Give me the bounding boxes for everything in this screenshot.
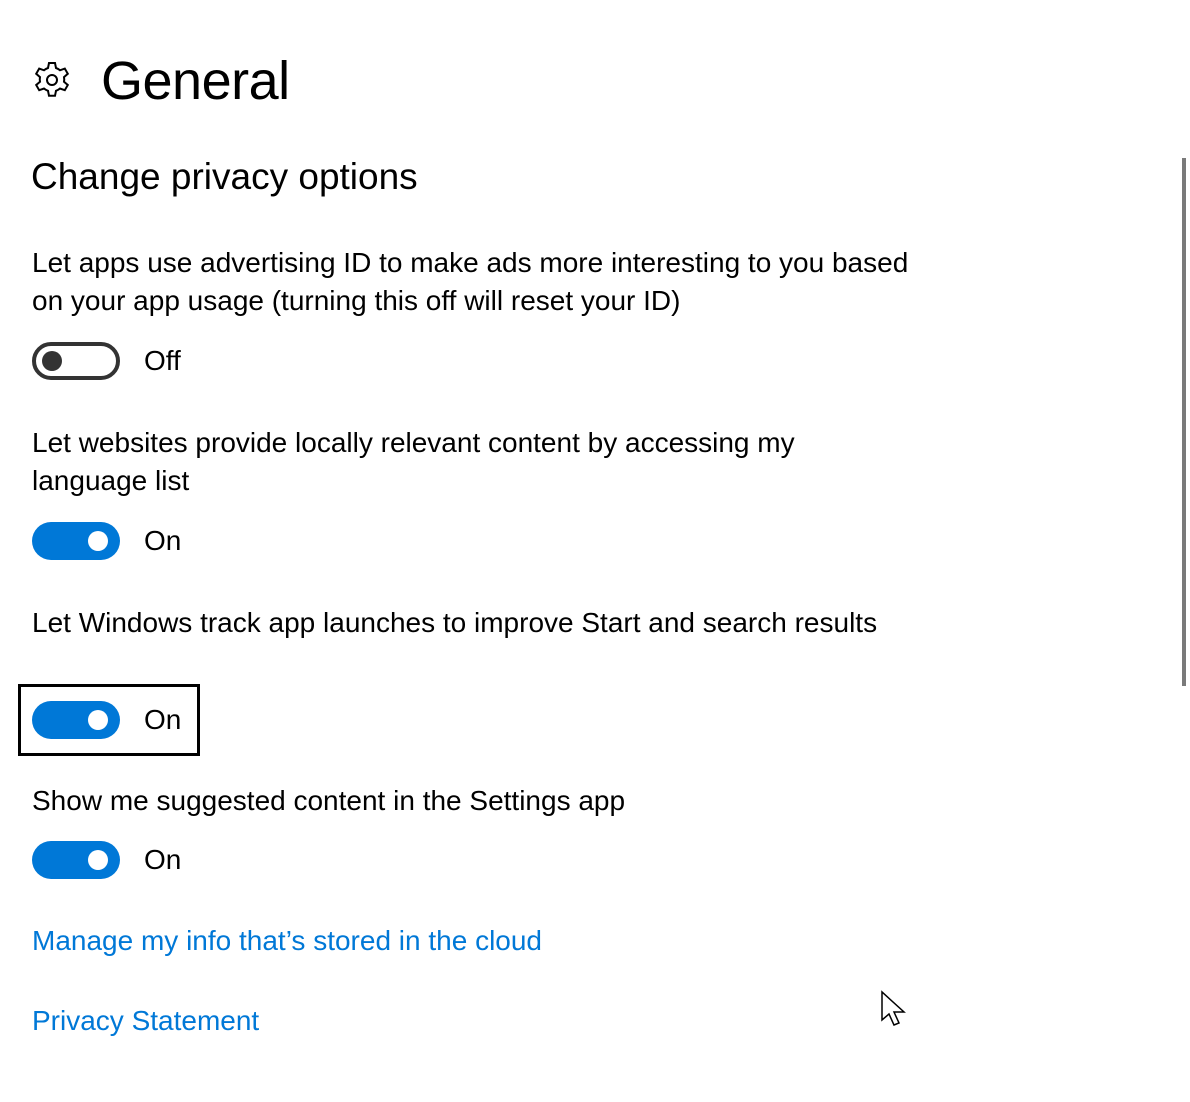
setting-description: Show me suggested content in the Setting… — [32, 785, 626, 816]
privacy-statement-link[interactable]: Privacy Statement — [32, 1002, 259, 1040]
page-title: General — [101, 51, 290, 111]
vertical-scrollbar[interactable] — [1182, 158, 1186, 686]
setting-description: Let apps use advertising ID to make ads … — [32, 247, 909, 316]
setting-suggested-content: Show me suggested content in the Setting… — [32, 782, 912, 820]
mouse-cursor-icon — [881, 990, 906, 1026]
toggle-row-language-list: On — [32, 522, 181, 560]
manage-cloud-info-link[interactable]: Manage my info that’s stored in the clou… — [32, 922, 542, 960]
toggle-state-label: On — [144, 844, 182, 875]
advertising-id-toggle[interactable] — [32, 342, 120, 380]
toggle-knob — [88, 850, 108, 870]
toggle-row-track-app-launches: On — [32, 701, 181, 739]
language-list-toggle[interactable] — [32, 522, 120, 560]
gear-icon — [34, 62, 70, 97]
toggle-knob — [42, 351, 62, 371]
section-title: Change privacy options — [31, 156, 418, 197]
toggle-row-advertising-id: Off — [32, 342, 181, 380]
setting-description: Let websites provide locally relevant co… — [32, 427, 795, 496]
toggle-state-label: Off — [144, 345, 181, 376]
setting-language-list: Let websites provide locally relevant co… — [32, 424, 912, 500]
suggested-content-toggle[interactable] — [32, 841, 120, 879]
toggle-row-suggested-content: On — [32, 841, 181, 879]
toggle-state-label: On — [144, 704, 182, 735]
toggle-knob — [88, 710, 108, 730]
setting-track-app-launches: Let Windows track app launches to improv… — [32, 604, 912, 642]
toggle-knob — [88, 531, 108, 551]
track-app-launches-toggle[interactable] — [32, 701, 120, 739]
setting-description: Let Windows track app launches to improv… — [32, 607, 878, 638]
setting-advertising-id: Let apps use advertising ID to make ads … — [32, 244, 912, 320]
toggle-state-label: On — [144, 525, 182, 556]
